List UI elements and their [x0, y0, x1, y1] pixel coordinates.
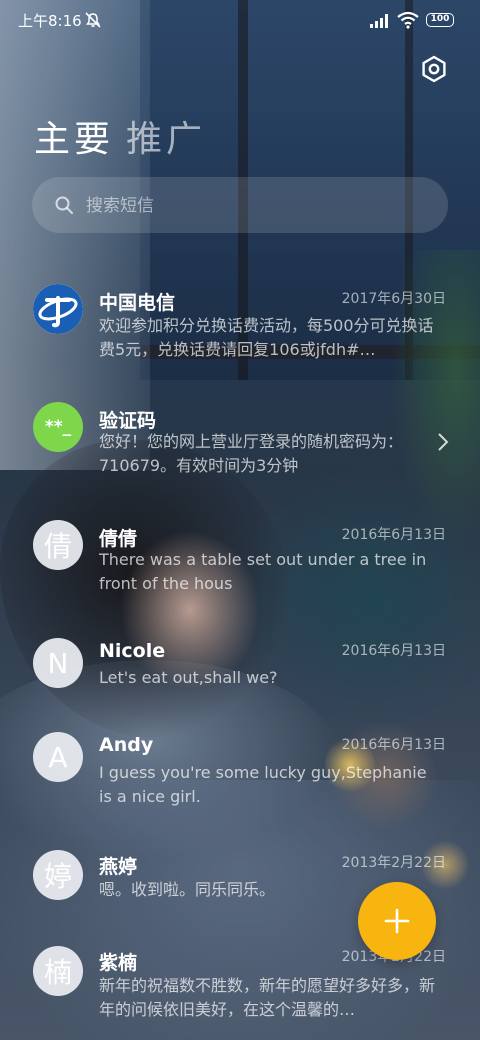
avatar: 婷 — [33, 850, 83, 900]
telecom-logo-icon — [33, 284, 83, 334]
mute-icon — [85, 12, 101, 28]
conversation-name: Nicole — [99, 640, 166, 662]
conversation-date: 2017年6月30日 — [341, 291, 446, 307]
search-icon — [55, 196, 73, 214]
conversation-item[interactable]: **_ 验证码 您好！您的网上营业厅登录的随机密码为：710679。有效时间为3… — [0, 398, 480, 508]
settings-icon[interactable] — [418, 53, 450, 85]
conversation-snippet: 您好！您的网上营业厅登录的随机密码为：710679。有效时间为3分钟 — [99, 432, 404, 475]
signal-icon — [370, 14, 388, 28]
avatar: N — [33, 638, 83, 688]
conversation-name: Andy — [99, 734, 154, 756]
conversation-name: 验证码 — [99, 410, 157, 432]
conversation-date: 2013年2月22日 — [341, 855, 446, 871]
conversation-item[interactable]: 倩 倩倩 2016年6月13日 There was a table set ou… — [0, 516, 480, 626]
status-time: 上午8:16 — [18, 12, 82, 30]
conversation-name: 紫楠 — [99, 952, 138, 974]
conversation-date: 2016年6月13日 — [341, 527, 446, 543]
chevron-right-icon — [438, 433, 449, 451]
wifi-icon — [397, 11, 419, 29]
conversation-name: 倩倩 — [99, 528, 138, 550]
conversation-snippet: 新年的祝福数不胜数，新年的愿望好多好多，新年的问候依旧美好，在这个温馨的… — [99, 976, 436, 1019]
avatar: 倩 — [33, 520, 83, 570]
avatar: 楠 — [33, 946, 83, 996]
avatar: A — [33, 732, 83, 782]
conversation-item[interactable]: A Andy 2016年6月13日 I guess you're some lu… — [0, 730, 480, 840]
search-input[interactable] — [84, 177, 428, 235]
conversation-item[interactable]: 中国电信 2017年6月30日 欢迎参加积分兑换话费活动，每500分可兑换话费5… — [0, 280, 480, 390]
conversation-name: 燕婷 — [99, 856, 138, 878]
verification-code-avatar: **_ — [33, 402, 83, 452]
conversation-snippet: 欢迎参加积分兑换话费活动，每500分可兑换话费5元，兑换话费请回复106或jfd… — [99, 316, 434, 359]
conversation-name: 中国电信 — [99, 292, 176, 314]
plus-icon — [384, 908, 410, 934]
tab-promotions[interactable]: 推广 — [126, 112, 206, 168]
conversation-date: 2016年6月13日 — [341, 737, 446, 753]
tab-bar: 主要 推广 — [34, 112, 206, 168]
conversation-snippet: There was a table set out under a tree i… — [99, 550, 427, 593]
new-message-button[interactable] — [358, 882, 436, 960]
search-bar[interactable] — [32, 177, 448, 235]
tab-primary[interactable]: 主要 — [34, 112, 114, 168]
conversation-snippet: I guess you're some lucky guy,Stephanie … — [99, 763, 427, 806]
battery-icon: 100 — [426, 13, 454, 27]
conversation-item[interactable]: N Nicole 2016年6月13日 Let's eat out,shall … — [0, 634, 480, 724]
conversation-date: 2016年6月13日 — [341, 643, 446, 659]
status-bar: 上午8:16 100 — [0, 0, 480, 40]
conversation-snippet: Let's eat out,shall we? — [99, 668, 278, 687]
